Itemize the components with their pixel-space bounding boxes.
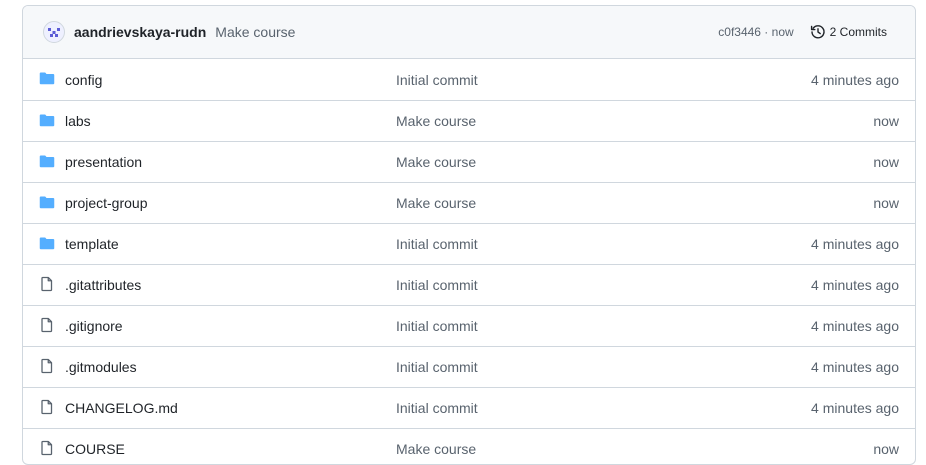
folder-icon: [39, 153, 55, 169]
author-avatar[interactable]: [43, 21, 65, 43]
file-icon: [39, 440, 55, 456]
file-name-link[interactable]: CHANGELOG.md: [65, 400, 178, 416]
file-commit-message-link[interactable]: Initial commit: [396, 236, 478, 252]
file-commit-age: now: [873, 154, 899, 170]
file-row[interactable]: template Initial commit 4 minutes ago: [23, 223, 915, 264]
latest-commit-bar: aandrievskaya-rudn Make course c0f3446 ·…: [23, 6, 915, 59]
file-row[interactable]: COURSE Make course now: [23, 428, 915, 464]
file-row[interactable]: CHANGELOG.md Initial commit 4 minutes ago: [23, 387, 915, 428]
folder-icon: [39, 194, 55, 210]
file-name-link[interactable]: .gitmodules: [65, 359, 137, 375]
commit-message-link[interactable]: Make course: [215, 24, 295, 40]
file-commit-age: 4 minutes ago: [811, 318, 899, 334]
file-row[interactable]: .gitmodules Initial commit 4 minutes ago: [23, 346, 915, 387]
file-commit-age: now: [873, 113, 899, 129]
identicon-icon: [48, 28, 60, 37]
file-commit-age: now: [873, 441, 899, 457]
file-row[interactable]: presentation Make course now: [23, 141, 915, 182]
file-name-link[interactable]: .gitattributes: [65, 277, 141, 293]
file-row[interactable]: project-group Make course now: [23, 182, 915, 223]
file-commit-age: 4 minutes ago: [811, 277, 899, 293]
file-name-link[interactable]: labs: [65, 113, 91, 129]
file-commit-message-link[interactable]: Initial commit: [396, 277, 478, 293]
history-icon: [810, 25, 825, 39]
folder-icon: [39, 235, 55, 251]
folder-icon: [39, 112, 55, 128]
commit-meta: c0f3446 · now: [718, 25, 793, 39]
file-name-link[interactable]: .gitignore: [65, 318, 123, 334]
file-browser: aandrievskaya-rudn Make course c0f3446 ·…: [22, 5, 916, 465]
file-commit-message-link[interactable]: Initial commit: [396, 359, 478, 375]
file-icon: [39, 358, 55, 374]
file-commit-age: 4 minutes ago: [811, 400, 899, 416]
file-commit-age: 4 minutes ago: [811, 236, 899, 252]
commit-author-link[interactable]: aandrievskaya-rudn: [74, 24, 206, 40]
file-name-link[interactable]: template: [65, 236, 119, 252]
file-commit-message-link[interactable]: Initial commit: [396, 318, 478, 334]
file-name-link[interactable]: config: [65, 72, 102, 88]
file-commit-message-link[interactable]: Make course: [396, 154, 476, 170]
file-commit-message-link[interactable]: Make course: [396, 195, 476, 211]
commit-time: now: [771, 25, 794, 39]
meta-separator: ·: [760, 25, 772, 39]
file-commit-age: 4 minutes ago: [811, 71, 899, 88]
file-commit-message-link[interactable]: Make course: [396, 441, 476, 457]
file-name-link[interactable]: project-group: [65, 195, 148, 211]
file-row[interactable]: config Initial commit 4 minutes ago: [23, 59, 915, 100]
file-commit-message-link[interactable]: Initial commit: [396, 400, 478, 416]
folder-icon: [39, 70, 55, 86]
commits-count-label: 2 Commits: [829, 25, 887, 39]
commits-history-link[interactable]: 2 Commits: [810, 24, 887, 40]
file-row[interactable]: .gitattributes Initial commit 4 minutes ag…: [23, 264, 915, 305]
file-icon: [39, 276, 55, 292]
file-commit-age: 4 minutes ago: [811, 359, 899, 375]
file-commit-message-link[interactable]: Initial commit: [396, 72, 478, 88]
file-row[interactable]: labs Make course now: [23, 100, 915, 141]
file-commit-age: now: [873, 195, 899, 211]
commit-sha-link[interactable]: c0f3446: [718, 25, 761, 39]
file-icon: [39, 317, 55, 333]
file-icon: [39, 399, 55, 415]
file-list: config Initial commit 4 minutes ago labs Mak…: [23, 59, 915, 464]
file-row[interactable]: .gitignore Initial commit 4 minutes ago: [23, 305, 915, 346]
file-name-link[interactable]: presentation: [65, 154, 142, 170]
file-commit-message-link[interactable]: Make course: [396, 113, 476, 129]
file-name-link[interactable]: COURSE: [65, 441, 125, 457]
